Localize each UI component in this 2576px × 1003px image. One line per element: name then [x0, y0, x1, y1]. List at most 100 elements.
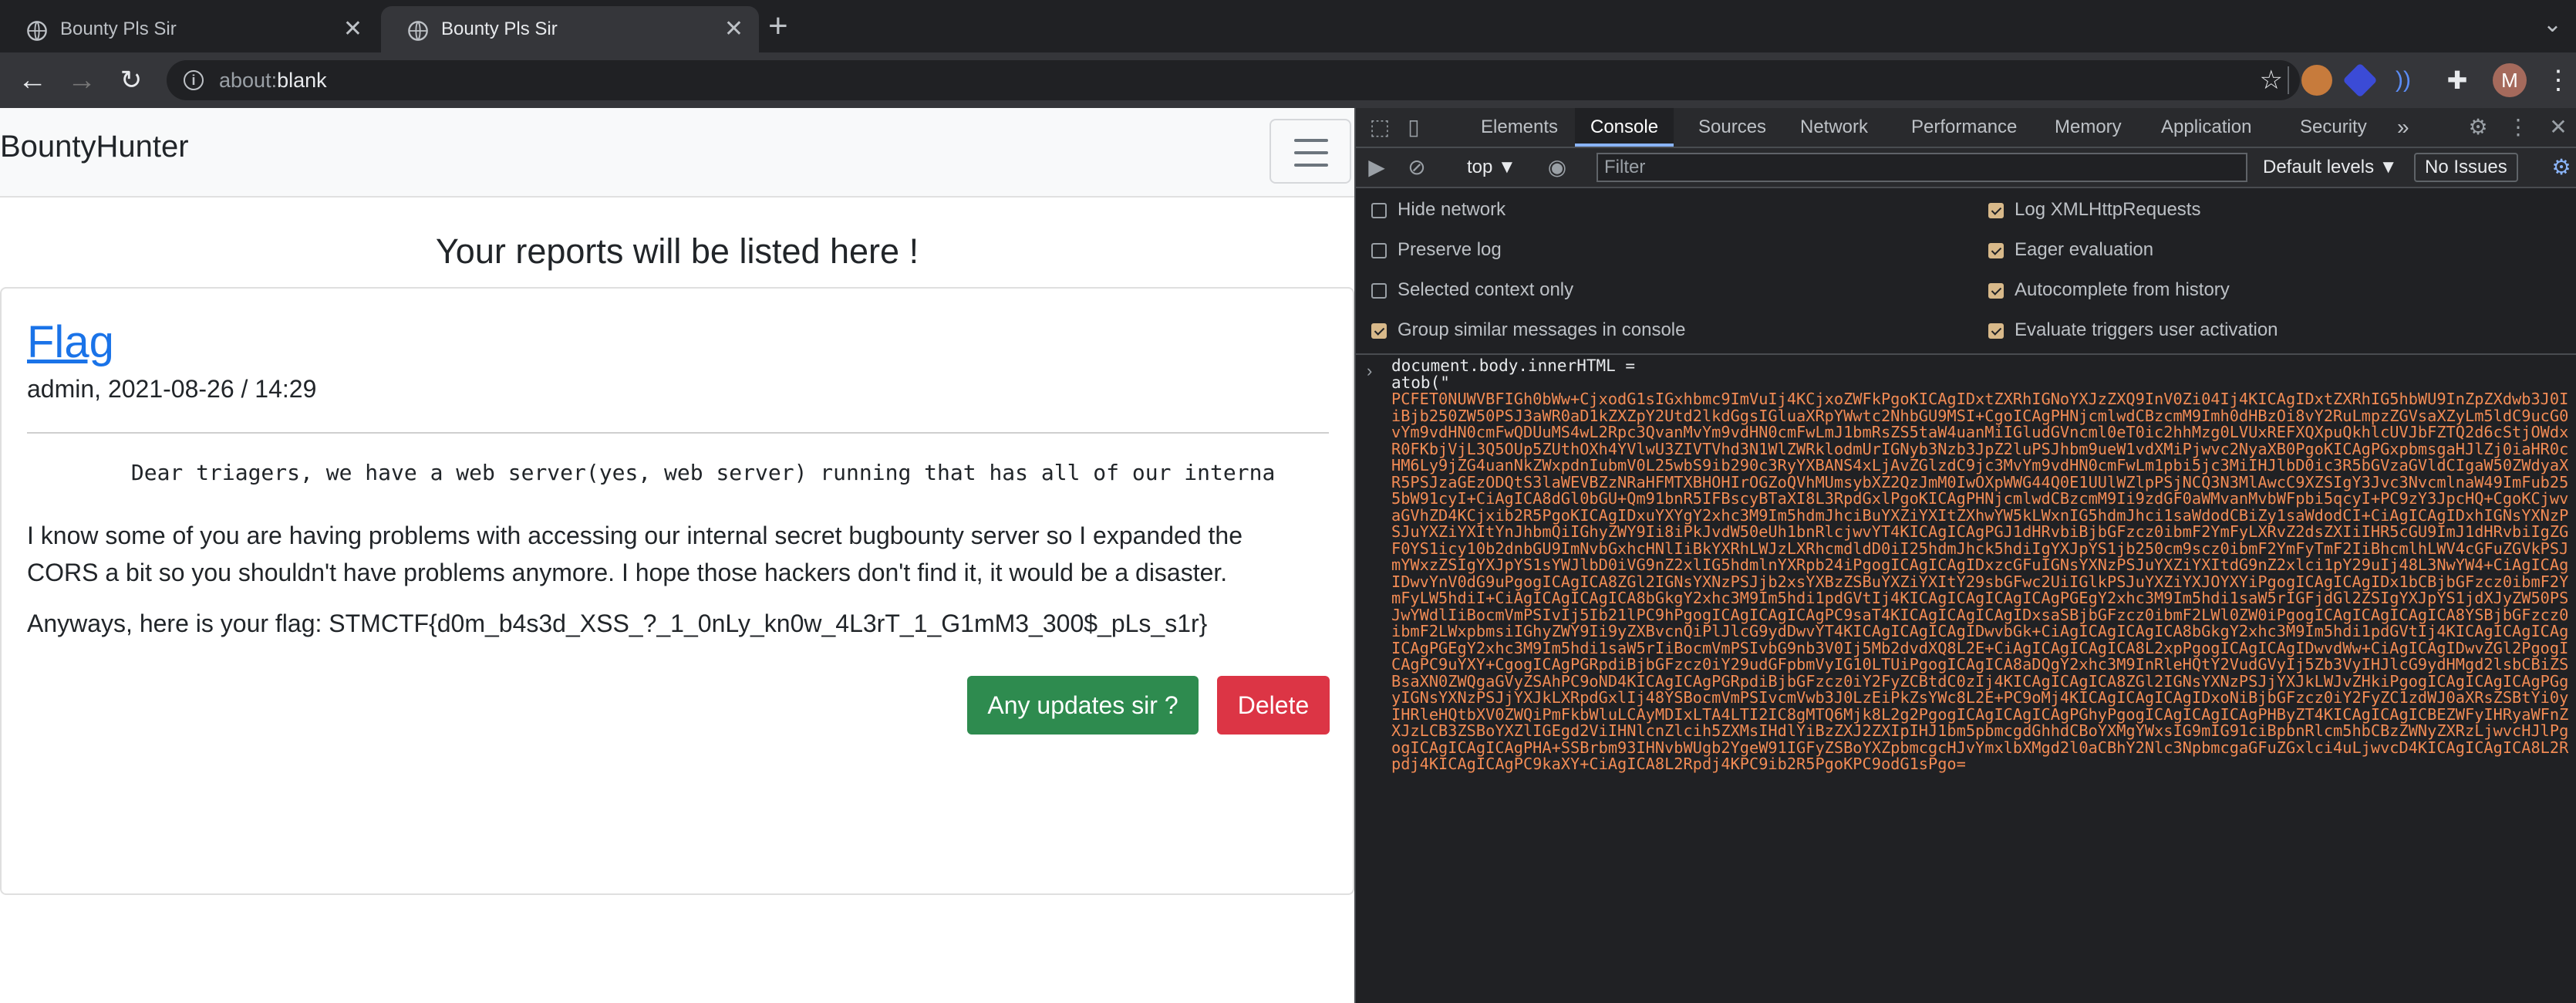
globe-icon: [408, 21, 428, 41]
setting-evaluate-triggers[interactable]: Evaluate triggers user activation: [1988, 318, 2278, 343]
checkbox[interactable]: [1988, 283, 2004, 299]
web-page: BountyHunter Your reports will be listed…: [0, 108, 1354, 1003]
devtools-panel: ⬚ ▯ Elements Console Sources Network Per…: [1354, 108, 2576, 1003]
info-icon[interactable]: i: [184, 70, 204, 90]
forward-arrow-icon[interactable]: →: [65, 63, 99, 97]
setting-label: Hide network: [1398, 199, 1506, 220]
report-title-link[interactable]: Flag: [27, 316, 114, 368]
extension-cookie-icon[interactable]: [2301, 65, 2332, 96]
command-line: atob(": [1391, 373, 1450, 392]
expand-arrow-icon[interactable]: ›: [1367, 361, 1372, 381]
checkbox[interactable]: [1371, 243, 1387, 258]
tab-title: Bounty Pls Sir: [441, 19, 558, 39]
bookmark-star-icon[interactable]: ☆: [2260, 65, 2283, 96]
setting-autocomplete[interactable]: Autocomplete from history: [1988, 278, 2230, 302]
devtools-tabbar: ⬚ ▯ Elements Console Sources Network Per…: [1356, 108, 2576, 148]
issues-button[interactable]: No Issues: [2414, 153, 2518, 182]
tab-sources[interactable]: Sources: [1698, 108, 1766, 147]
tab-console[interactable]: Console: [1575, 108, 1674, 147]
browser-tab-1[interactable]: Bounty Pls Sir ✕: [0, 6, 378, 52]
settings-gear-icon[interactable]: ⚙: [2465, 114, 2491, 140]
extension-wave-icon[interactable]: )): [2388, 65, 2419, 96]
report-paragraph: I know some of you are having problems w…: [27, 522, 1242, 586]
setting-hide-network[interactable]: Hide network: [1371, 198, 1505, 222]
setting-label: Preserve log: [1398, 239, 1502, 260]
screenshot-root: Bounty Pls Sir ✕ Bounty Pls Sir ✕ + ⌄ ← …: [0, 0, 2576, 1003]
report-pre-text: Dear triagers, we have a web server(yes,…: [27, 460, 1276, 485]
checkbox[interactable]: [1988, 203, 2004, 218]
toolbar-divider: [2288, 66, 2289, 94]
setting-eager-eval[interactable]: Eager evaluation: [1988, 238, 2153, 262]
inspect-element-icon[interactable]: ⬚: [1367, 114, 1393, 140]
close-devtools-icon[interactable]: ✕: [2545, 114, 2571, 140]
hamburger-line: [1294, 164, 1328, 167]
extension-cube-icon[interactable]: [2342, 62, 2378, 98]
setting-group-similar[interactable]: Group similar messages in console: [1371, 318, 1686, 343]
checkbox[interactable]: [1988, 323, 2004, 339]
reload-icon[interactable]: ↻: [114, 63, 148, 97]
site-brand-link[interactable]: BountyHunter: [0, 130, 189, 164]
setting-label: Group similar messages in console: [1398, 319, 1686, 340]
site-navbar: BountyHunter: [0, 108, 1354, 198]
console-output[interactable]: › document.body.innerHTML = atob(" PCFET…: [1356, 355, 2576, 1003]
console-settings: Hide network Preserve log Selected conte…: [1356, 188, 2576, 355]
tab-security[interactable]: Security: [2300, 108, 2367, 147]
back-arrow-icon[interactable]: ←: [15, 63, 49, 97]
tab-memory[interactable]: Memory: [2055, 108, 2122, 147]
console-toolbar: ▶ ⊘ top ▼ ◉ Filter Default levels ▼ No I…: [1356, 148, 2576, 188]
tab-search-chevron-icon[interactable]: ⌄: [2543, 11, 2562, 38]
setting-label: Eager evaluation: [2015, 239, 2154, 260]
flag-paragraph: Anyways, here is your flag: STMCTF{d0m_b…: [27, 610, 1208, 637]
new-tab-icon[interactable]: +: [768, 9, 788, 43]
reports-heading: Your reports will be listed here !: [435, 231, 919, 271]
checkbox[interactable]: [1988, 243, 2004, 258]
setting-label: Evaluate triggers user activation: [2015, 319, 2278, 340]
browser-tabstrip: Bounty Pls Sir ✕ Bounty Pls Sir ✕ + ⌄: [0, 0, 2576, 52]
browser-menu-icon[interactable]: ⋮: [2545, 63, 2571, 97]
clear-console-icon[interactable]: ⊘: [1404, 154, 1430, 181]
base64-string: PCFET0NUWVBFIGh0bWw+CjxodG1sIGxhbmc9ImVu…: [1391, 391, 2569, 773]
devtools-menu-icon[interactable]: ⋮: [2505, 114, 2531, 140]
profile-avatar[interactable]: M: [2493, 63, 2527, 97]
url-text: blank: [277, 68, 327, 92]
checkbox[interactable]: [1371, 323, 1387, 339]
console-filter-input[interactable]: Filter: [1597, 153, 2247, 182]
browser-toolbar: ← → ↻ i about: blank ☆ )) ✚ M ⋮: [0, 52, 2576, 108]
more-tabs-icon[interactable]: »: [2397, 108, 2409, 147]
tab-title: Bounty Pls Sir: [60, 19, 177, 39]
extensions-puzzle-icon[interactable]: ✚: [2442, 65, 2473, 96]
setting-label: Selected context only: [1398, 279, 1574, 300]
tab-close-icon[interactable]: ✕: [343, 18, 362, 41]
tab-performance[interactable]: Performance: [1911, 108, 2017, 147]
live-expression-eye-icon[interactable]: ◉: [1544, 154, 1570, 181]
command-line: document.body.innerHTML =: [1391, 356, 1636, 375]
card-divider: [27, 432, 1329, 434]
log-levels-dropdown[interactable]: Default levels ▼: [2263, 153, 2398, 182]
navbar-toggler-button[interactable]: [1269, 119, 1351, 184]
globe-icon: [27, 21, 47, 41]
hamburger-line: [1294, 139, 1328, 142]
console-command: document.body.innerHTML = atob(": [1391, 356, 2571, 392]
sidebar-toggle-icon[interactable]: ▶: [1364, 154, 1390, 181]
tab-application[interactable]: Application: [2161, 108, 2251, 147]
context-selector[interactable]: top ▼: [1467, 153, 1516, 182]
delete-button[interactable]: Delete: [1217, 676, 1330, 735]
console-settings-gear-icon[interactable]: ⚙: [2548, 154, 2574, 181]
url-scheme: about:: [219, 68, 278, 92]
tab-close-icon[interactable]: ✕: [724, 18, 743, 41]
tab-network[interactable]: Network: [1800, 108, 1868, 147]
any-updates-button[interactable]: Any updates sir ?: [967, 676, 1199, 735]
address-bar[interactable]: i about: blank ☆: [167, 60, 2300, 100]
report-meta: admin, 2021-08-26 / 14:29: [27, 375, 317, 403]
checkbox[interactable]: [1371, 203, 1387, 218]
setting-selected-context[interactable]: Selected context only: [1371, 278, 1573, 302]
device-toolbar-icon[interactable]: ▯: [1401, 114, 1427, 140]
setting-preserve-log[interactable]: Preserve log: [1371, 238, 1502, 262]
report-card: Flag admin, 2021-08-26 / 14:29 Dear tria…: [0, 287, 1354, 895]
setting-label: Log XMLHttpRequests: [2015, 199, 2201, 220]
setting-label: Autocomplete from history: [2015, 279, 2230, 300]
browser-tab-2[interactable]: Bounty Pls Sir ✕: [381, 6, 759, 52]
setting-log-xhr[interactable]: Log XMLHttpRequests: [1988, 198, 2200, 222]
checkbox[interactable]: [1371, 283, 1387, 299]
tab-elements[interactable]: Elements: [1481, 108, 1558, 147]
